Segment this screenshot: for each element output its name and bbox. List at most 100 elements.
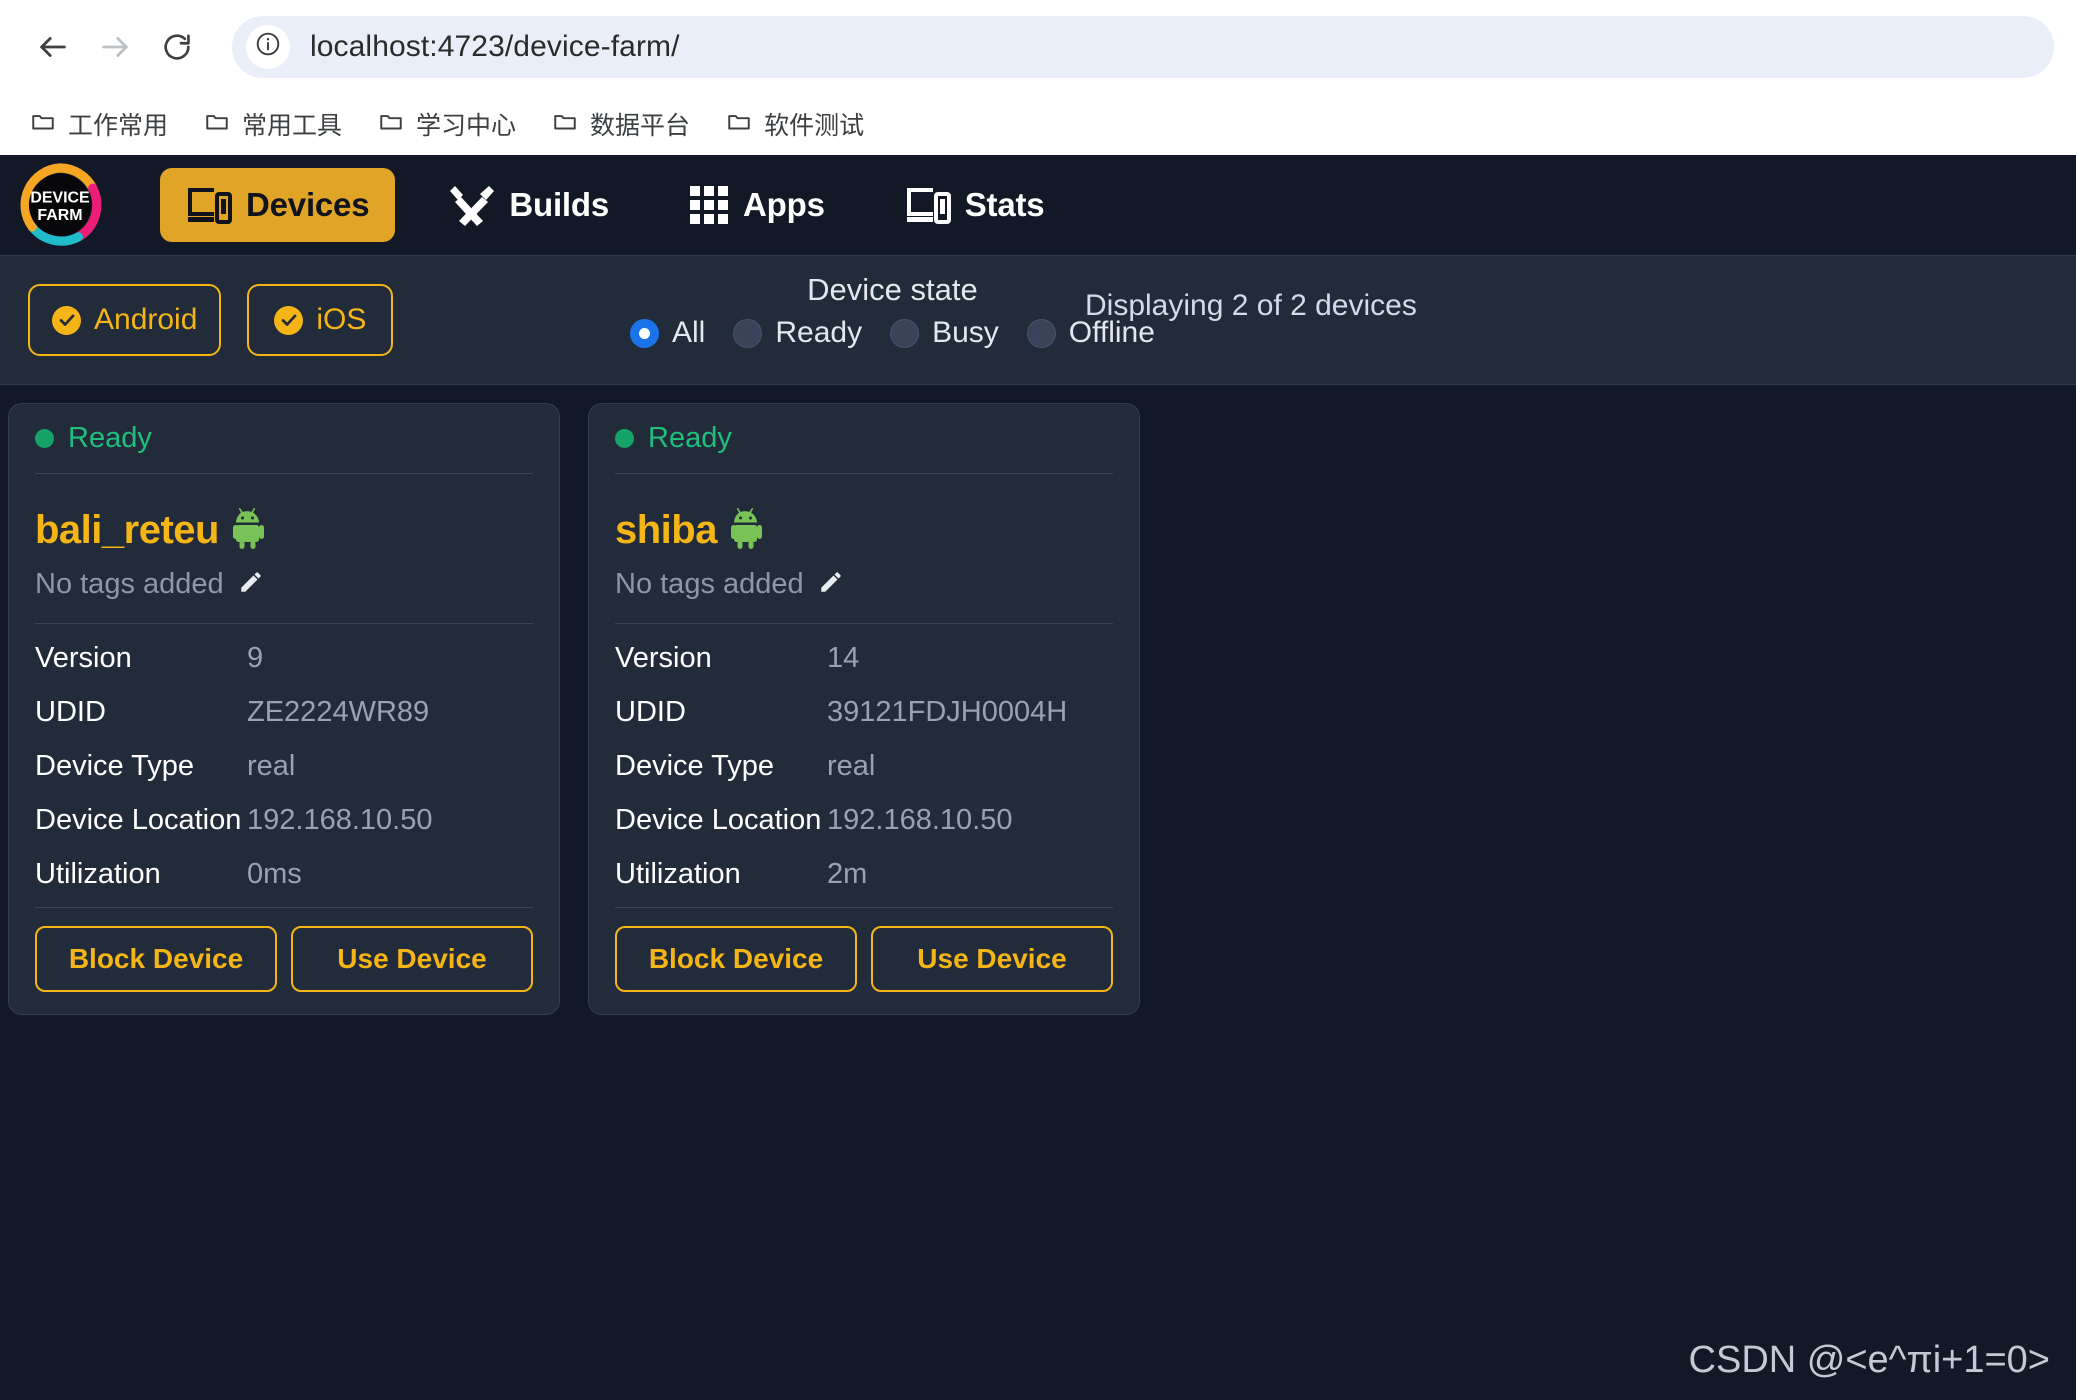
radio-button-all[interactable] <box>630 318 659 348</box>
device-state-filter: Device state All Ready Busy Offline <box>630 272 1155 350</box>
browser-toolbar: localhost:4723/device-farm/ <box>0 0 2076 93</box>
folder-icon <box>378 109 404 140</box>
device-cards-grid: Ready bali_reteu No tags added Version 9… <box>0 385 2076 1015</box>
spec-row: Device Location 192.168.10.50 <box>35 804 533 837</box>
svg-text:FARM: FARM <box>37 207 82 224</box>
spec-value: 192.168.10.50 <box>827 804 1013 836</box>
info-icon <box>255 31 281 62</box>
device-farm-logo[interactable]: DEVICE FARM <box>18 163 102 247</box>
spec-row: Version 9 <box>35 642 533 675</box>
android-robot-icon <box>232 507 271 554</box>
block-device-button[interactable]: Block Device <box>615 926 857 992</box>
spec-label: UDID <box>35 696 106 728</box>
radio-button-busy[interactable] <box>890 318 920 348</box>
folder-icon <box>552 109 578 140</box>
spec-value: real <box>827 750 876 782</box>
spec-label: Device Location <box>615 804 822 836</box>
radio-option-busy[interactable]: Busy <box>890 316 999 350</box>
pencil-icon[interactable] <box>238 569 264 600</box>
check-circle-icon <box>274 305 304 335</box>
radio-button-offline[interactable] <box>1026 318 1056 348</box>
radio-label: All <box>672 316 706 349</box>
radio-button-ready[interactable] <box>733 318 763 348</box>
bookmark-item[interactable]: 常用工具 <box>196 100 358 148</box>
nav-tab-label: Builds <box>509 186 610 223</box>
device-card-actions: Block Device Use Device <box>615 907 1113 1014</box>
device-count-text: Displaying 2 of 2 devices <box>1085 289 1417 322</box>
device-specs: Version 9 UDID ZE2224WR89 Device Type re… <box>35 624 533 907</box>
device-card[interactable]: Ready shiba No tags added Version 14 UDI… <box>588 403 1140 1015</box>
back-button[interactable] <box>22 16 84 78</box>
spec-label: Utilization <box>35 858 161 890</box>
device-name: bali_reteu <box>35 508 219 552</box>
device-name: shiba <box>615 508 717 552</box>
radio-option-all[interactable]: All <box>630 316 705 350</box>
bookmark-item[interactable]: 数据平台 <box>544 100 706 148</box>
device-status-row: Ready <box>615 404 1113 474</box>
filter-bar: Android iOS Device state All Ready Busy … <box>0 255 2076 385</box>
status-badge: Ready <box>648 422 732 454</box>
spec-value: 39121FDJH0004H <box>827 696 1068 728</box>
bookmark-label: 工作常用 <box>68 112 169 140</box>
device-title-row: shiba <box>615 507 1113 554</box>
use-device-button[interactable]: Use Device <box>291 926 533 992</box>
bookmark-label: 软件测试 <box>764 112 865 140</box>
platform-filter-android[interactable]: Android <box>28 284 222 356</box>
bookmark-item[interactable]: 工作常用 <box>22 100 184 148</box>
site-info-button[interactable] <box>246 24 290 69</box>
device-tags-text: No tags added <box>615 568 804 600</box>
bookmark-label: 常用工具 <box>242 112 343 140</box>
radio-label: Ready <box>775 316 863 349</box>
spec-value: 2m <box>827 858 868 890</box>
url-text: localhost:4723/device-farm/ <box>310 29 680 63</box>
status-dot-icon <box>35 429 54 448</box>
device-specs: Version 14 UDID 39121FDJH0004H Device Ty… <box>615 624 1113 907</box>
spec-label: Device Type <box>35 750 195 782</box>
forward-button[interactable] <box>84 16 146 78</box>
pencil-icon[interactable] <box>818 569 844 600</box>
spec-value: 0ms <box>247 858 302 890</box>
use-device-button[interactable]: Use Device <box>871 926 1113 992</box>
spec-value: 192.168.10.50 <box>247 804 433 836</box>
device-status-row: Ready <box>35 404 533 474</box>
spec-row: UDID 39121FDJH0004H <box>615 696 1113 729</box>
back-arrow-icon <box>36 30 70 64</box>
nav-tab-label: Apps <box>743 186 825 223</box>
nav-tab-stats[interactable]: Stats <box>879 168 1071 242</box>
nav-tab-devices[interactable]: Devices <box>160 168 396 242</box>
page-body: Ready bali_reteu No tags added Version 9… <box>0 385 2076 1400</box>
reload-button[interactable] <box>146 16 208 78</box>
platform-filter-label: iOS <box>316 303 367 336</box>
address-bar[interactable]: localhost:4723/device-farm/ <box>232 15 2054 78</box>
device-tags-row[interactable]: No tags added <box>615 568 1113 624</box>
bookmark-item[interactable]: 学习中心 <box>370 100 532 148</box>
device-state-radio-group: All Ready Busy Offline <box>630 316 1155 350</box>
devices-icon <box>905 186 951 224</box>
spec-value: real <box>247 750 296 782</box>
platform-filter-ios[interactable]: iOS <box>247 284 394 356</box>
reload-icon <box>161 31 193 63</box>
android-robot-icon <box>730 507 769 554</box>
app-navbar: DEVICE FARM Devices Builds Apps Stats <box>0 155 2076 255</box>
nav-tab-label: Stats <box>964 186 1045 223</box>
spec-row: Device Type real <box>615 750 1113 783</box>
platform-filter-group: Android iOS <box>28 284 394 356</box>
block-device-button[interactable]: Block Device <box>35 926 277 992</box>
bookmark-item[interactable]: 软件测试 <box>718 100 880 148</box>
spec-value: 9 <box>247 642 264 674</box>
spec-row: UDID ZE2224WR89 <box>35 696 533 729</box>
spec-row: Utilization 2m <box>615 858 1113 891</box>
spec-row: Utilization 0ms <box>35 858 533 891</box>
radio-option-ready[interactable]: Ready <box>733 316 862 350</box>
bookmark-label: 学习中心 <box>416 112 517 140</box>
spec-label: Device Location <box>35 804 242 836</box>
device-tags-row[interactable]: No tags added <box>35 568 533 624</box>
bookmarks-bar: 工作常用 常用工具 学习中心 数据平台 软件测试 <box>0 93 2076 155</box>
device-card-actions: Block Device Use Device <box>35 907 533 1014</box>
nav-tab-builds[interactable]: Builds <box>423 168 635 242</box>
watermark-text: CSDN @<e^πi+1=0> <box>1688 1339 2050 1381</box>
device-card[interactable]: Ready bali_reteu No tags added Version 9… <box>8 403 560 1015</box>
folder-icon <box>726 109 752 140</box>
nav-tab-apps[interactable]: Apps <box>663 168 851 242</box>
device-title-row: bali_reteu <box>35 507 533 554</box>
